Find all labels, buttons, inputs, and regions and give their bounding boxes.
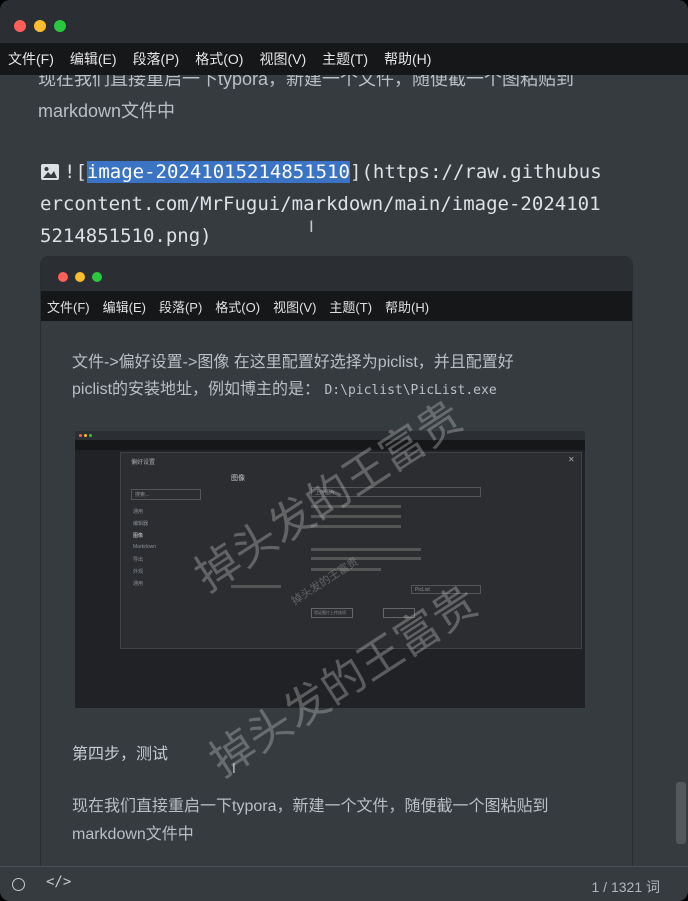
paragraph-line: 现在我们直接重启一下typora，新建一个文件，随便截一个图粘贴到 (38, 75, 575, 89)
nested-zoom-dot (89, 434, 92, 437)
nested-line (311, 557, 421, 560)
embedded-menu-item: 主题(T) (329, 299, 373, 315)
nested-button (383, 608, 415, 618)
word-count[interactable]: 1 / 1321 词 (592, 877, 661, 897)
zoom-button[interactable] (54, 20, 66, 32)
md-url-part: ercontent.com/MrFugui/markdown/main/imag… (40, 193, 601, 215)
md-url-part: 5214851510.png) (40, 225, 212, 247)
image-icon (40, 159, 60, 180)
minimize-button[interactable] (34, 20, 46, 32)
embedded-menu-item: 文件(F) (47, 299, 90, 315)
nested-line (311, 548, 421, 551)
menu-theme[interactable]: 主题(T) (322, 49, 368, 69)
paragraph-line: markdown文件中 (38, 101, 176, 121)
embedded-minimize-dot (75, 272, 85, 282)
menu-file[interactable]: 文件(F) (8, 49, 54, 69)
outline-toggle-icon[interactable] (12, 878, 25, 891)
embedded-menu-item: 段落(P) (158, 299, 203, 315)
source-code-mode-icon[interactable]: </> (46, 874, 71, 890)
embedded-title-bar (41, 257, 632, 291)
nested-select-text: 上传图片 (315, 490, 336, 496)
nested-line (231, 585, 281, 588)
nested-sidebar-item: 编辑器 (133, 521, 149, 527)
nested-select: PicList (411, 585, 481, 594)
embedded-menu-bar: 文件(F) 编辑(E) 段落(P) 格式(O) 视图(V) 主题(T) 帮助(H… (41, 291, 632, 321)
nested-sidebar-item: 导出 (133, 557, 144, 563)
nested-select: 上传图片 (311, 487, 481, 497)
nested-heading: 图像 (231, 475, 245, 482)
embedded-menu-item: 视图(V) (273, 299, 317, 315)
close-button[interactable] (14, 20, 26, 32)
menu-bar: 文件(F) 编辑(E) 段落(P) 格式(O) 视图(V) 主题(T) 帮助(H… (0, 43, 688, 75)
nested-menu-bar (75, 440, 585, 450)
embedded-zoom-dot (92, 272, 102, 282)
embedded-text: markdown文件中 (72, 826, 194, 843)
nested-search-box: 搜索... (131, 489, 201, 500)
nested-title-bar (75, 431, 585, 440)
menu-edit[interactable]: 编辑(E) (70, 49, 117, 69)
nested-search-text: 搜索... (135, 492, 150, 498)
editor-content[interactable]: 现在我们直接重启一下typora，新建一个文件，随便截一个图粘贴到 markdo… (0, 75, 688, 866)
selected-alt-text[interactable]: image-20241015214851510 (86, 161, 350, 183)
nested-line (311, 568, 381, 571)
menu-paragraph[interactable]: 段落(P) (133, 49, 180, 69)
nested-sidebar-item: Markdown (133, 544, 157, 550)
nested-sidebar-item: 图像 (133, 533, 144, 539)
embedded-text: piclist的安装地址，例如博主的是： D:\piclist\PicList.… (72, 376, 497, 404)
embedded-close-dot (58, 272, 68, 282)
embedded-menu-item: 编辑(E) (102, 299, 146, 315)
nested-button-text: 验证图片上传选项 (314, 610, 346, 615)
nested-line (311, 505, 401, 508)
nested-select-text: PicList (415, 587, 430, 593)
nested-close-icon: ✕ (568, 455, 575, 464)
embedded-text: 现在我们直接重启一下typora，新建一个文件，随便截一个图粘贴到 (72, 798, 549, 815)
nested-sidebar-item: 外观 (133, 569, 144, 575)
menu-view[interactable]: 视图(V) (259, 49, 306, 69)
embedded-text-span: piclist的安装地址，例如博主的是： (72, 381, 321, 398)
nested-sidebar-item: 通用 (133, 581, 144, 587)
nested-line (311, 525, 401, 528)
embedded-menu-item: 帮助(H) (385, 299, 430, 315)
menu-help[interactable]: 帮助(H) (384, 49, 431, 69)
embedded-text: 文件->偏好设置->图像 在这里配置好选择为piclist，并且配置好 (72, 354, 514, 371)
nested-button: 验证图片上传选项 (311, 608, 353, 618)
scrollbar-thumb[interactable] (676, 782, 686, 844)
nested-screenshot: 偏好设置 ✕ 搜索... 通用 编辑器 图像 Markdown 导出 外观 通用… (74, 430, 586, 709)
status-bar: </> 1 / 1321 词 (0, 866, 688, 901)
markdown-image-source[interactable]: ![image-20241015214851510](https://raw.g… (40, 156, 640, 252)
embedded-screenshot: 文件(F) 编辑(E) 段落(P) 格式(O) 视图(V) 主题(T) 帮助(H… (41, 257, 632, 866)
md-url-part: ](https://raw.githubus (350, 161, 602, 183)
embedded-menu-item: 格式(O) (215, 299, 261, 315)
embedded-inline-code: D:\piclist\PicList.exe (324, 383, 497, 398)
nested-sidebar-item: 通用 (133, 509, 144, 515)
md-prefix: ![ (64, 161, 87, 183)
embedded-cursor-icon: I (232, 762, 236, 777)
nested-preferences-dialog: 偏好设置 ✕ 搜索... 通用 编辑器 图像 Markdown 导出 外观 通用… (120, 452, 582, 649)
nested-dialog-title: 偏好设置 (131, 460, 156, 466)
nested-close-dot (79, 434, 82, 437)
embedded-step-heading: 第四步，测试 (72, 746, 169, 763)
menu-format[interactable]: 格式(O) (195, 49, 243, 69)
text-cursor-icon: I (309, 217, 314, 236)
typora-window: 文件(F) 编辑(E) 段落(P) 格式(O) 视图(V) 主题(T) 帮助(H… (0, 0, 688, 901)
title-bar (0, 0, 688, 43)
nested-minimize-dot (84, 434, 87, 437)
nested-line (311, 515, 401, 518)
